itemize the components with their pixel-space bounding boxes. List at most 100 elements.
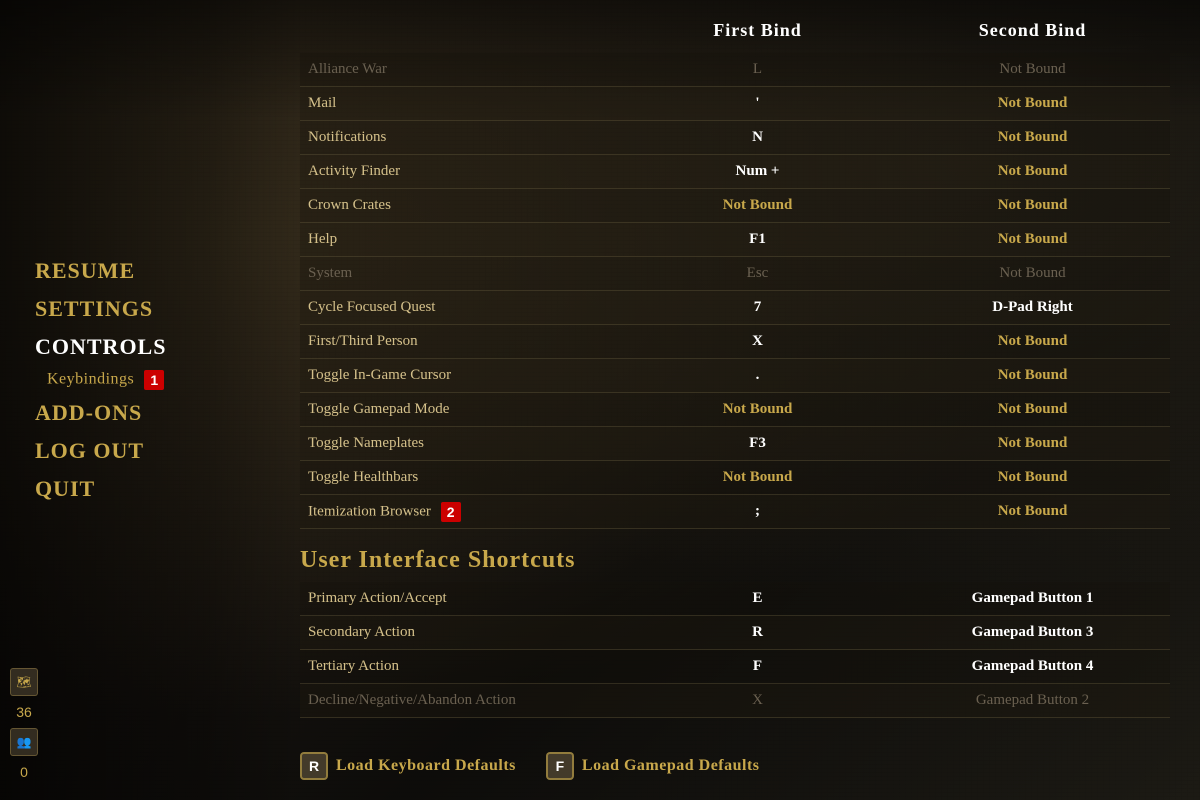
action-name: Mail — [300, 89, 620, 118]
first-bind-value[interactable]: L — [620, 55, 895, 84]
first-bind-value[interactable]: 7 — [620, 293, 895, 322]
content-area: First Bind Second Bind Alliance War L No… — [280, 0, 1200, 800]
second-bind-value[interactable]: Not Bound — [895, 463, 1170, 492]
second-bind-value[interactable]: Not Bound — [895, 123, 1170, 152]
action-name: Toggle In-Game Cursor — [300, 361, 620, 390]
first-bind-value[interactable]: F — [620, 652, 895, 681]
action-name: Help — [300, 225, 620, 254]
first-bind-value[interactable]: Not Bound — [620, 463, 895, 492]
action-name: Decline/Negative/Abandon Action — [300, 686, 620, 715]
sidebar-item-resume[interactable]: RESUME — [35, 258, 280, 284]
second-bind-value[interactable]: Not Bound — [895, 497, 1170, 526]
first-bind-value[interactable]: R — [620, 618, 895, 647]
first-bind-value[interactable]: N — [620, 123, 895, 152]
table-row[interactable]: Toggle In-Game Cursor . Not Bound — [300, 359, 1170, 393]
action-name: Tertiary Action — [300, 652, 620, 681]
count-0: 0 — [20, 764, 28, 780]
first-bind-value[interactable]: Not Bound — [620, 191, 895, 220]
action-name: Secondary Action — [300, 618, 620, 647]
sidebar-item-keybindings[interactable]: Keybindings 1 — [47, 370, 280, 390]
action-name: Cycle Focused Quest — [300, 293, 620, 322]
main-container: RESUME SETTINGS CONTROLS Keybindings 1 A… — [0, 0, 1200, 800]
f-key-badge: F — [546, 752, 574, 780]
load-gamepad-action[interactable]: F Load Gamepad Defaults — [546, 752, 760, 780]
second-bind-value[interactable]: Gamepad Button 4 — [895, 652, 1170, 681]
second-bind-value[interactable]: Not Bound — [895, 395, 1170, 424]
table-row[interactable]: Secondary Action R Gamepad Button 3 — [300, 616, 1170, 650]
first-bind-value[interactable]: E — [620, 584, 895, 613]
sidebar-item-quit[interactable]: QUIT — [35, 476, 280, 502]
table-row[interactable]: Toggle Nameplates F3 Not Bound — [300, 427, 1170, 461]
r-key-badge: R — [300, 752, 328, 780]
first-bind-value[interactable]: Num + — [620, 157, 895, 186]
ui-shortcuts-table: Primary Action/Accept E Gamepad Button 1… — [300, 582, 1170, 718]
second-bind-value[interactable]: Not Bound — [895, 55, 1170, 84]
first-bind-value[interactable]: F3 — [620, 429, 895, 458]
second-bind-value[interactable]: Not Bound — [895, 191, 1170, 220]
table-row[interactable]: Activity Finder Num + Not Bound — [300, 155, 1170, 189]
bottom-bar: R Load Keyboard Defaults F Load Gamepad … — [300, 740, 1170, 780]
load-keyboard-action[interactable]: R Load Keyboard Defaults — [300, 752, 516, 780]
action-name: Toggle Nameplates — [300, 429, 620, 458]
col-name-header — [300, 20, 620, 41]
action-name: Notifications — [300, 123, 620, 152]
sidebar-item-logout[interactable]: LOG OUT — [35, 438, 280, 464]
action-name: Primary Action/Accept — [300, 584, 620, 613]
first-bind-value[interactable]: X — [620, 327, 895, 356]
second-bind-value[interactable]: Not Bound — [895, 89, 1170, 118]
second-bind-value[interactable]: Not Bound — [895, 157, 1170, 186]
second-bind-value[interactable]: Not Bound — [895, 259, 1170, 288]
col-first-header: First Bind — [620, 20, 895, 41]
first-bind-value[interactable]: Esc — [620, 259, 895, 288]
first-bind-value[interactable]: ; — [620, 497, 895, 526]
second-bind-value[interactable]: Not Bound — [895, 361, 1170, 390]
sidebar-item-settings[interactable]: SETTINGS — [35, 296, 280, 322]
second-bind-value[interactable]: Gamepad Button 3 — [895, 618, 1170, 647]
sidebar: RESUME SETTINGS CONTROLS Keybindings 1 A… — [0, 0, 280, 800]
second-bind-value[interactable]: Gamepad Button 2 — [895, 686, 1170, 715]
table-row[interactable]: System Esc Not Bound — [300, 257, 1170, 291]
table-row[interactable]: Help F1 Not Bound — [300, 223, 1170, 257]
second-bind-value[interactable]: Not Bound — [895, 327, 1170, 356]
first-bind-value[interactable]: ' — [620, 89, 895, 118]
first-bind-value[interactable]: F1 — [620, 225, 895, 254]
col-second-header: Second Bind — [895, 20, 1170, 41]
table-row[interactable]: Toggle Healthbars Not Bound Not Bound — [300, 461, 1170, 495]
sidebar-item-controls[interactable]: CONTROLS — [35, 334, 280, 360]
table-row[interactable]: Decline/Negative/Abandon Action X Gamepa… — [300, 684, 1170, 718]
action-name: System — [300, 259, 620, 288]
table-header: First Bind Second Bind — [300, 20, 1170, 49]
keybinding-table: Alliance War L Not Bound Mail ' Not Boun… — [300, 53, 1170, 529]
load-gamepad-label: Load Gamepad Defaults — [582, 757, 760, 775]
action-name: Crown Crates — [300, 191, 620, 220]
table-row[interactable]: Cycle Focused Quest 7 D-Pad Right — [300, 291, 1170, 325]
table-row[interactable]: Tertiary Action F Gamepad Button 4 — [300, 650, 1170, 684]
second-bind-value[interactable]: D-Pad Right — [895, 293, 1170, 322]
first-bind-value[interactable]: . — [620, 361, 895, 390]
second-bind-value[interactable]: Not Bound — [895, 225, 1170, 254]
keybindings-badge: 1 — [144, 370, 164, 390]
table-row[interactable]: Toggle Gamepad Mode Not Bound Not Bound — [300, 393, 1170, 427]
second-bind-value[interactable]: Gamepad Button 1 — [895, 584, 1170, 613]
first-bind-value[interactable]: X — [620, 686, 895, 715]
sidebar-item-addons[interactable]: ADD-ONS — [35, 400, 280, 426]
first-bind-value[interactable]: Not Bound — [620, 395, 895, 424]
table-row[interactable]: Itemization Browser 2 ; Not Bound — [300, 495, 1170, 529]
table-row[interactable]: Notifications N Not Bound — [300, 121, 1170, 155]
table-row[interactable]: Primary Action/Accept E Gamepad Button 1 — [300, 582, 1170, 616]
action-name: Itemization Browser 2 — [300, 496, 620, 528]
table-row[interactable]: Alliance War L Not Bound — [300, 53, 1170, 87]
ui-shortcuts-header: User Interface Shortcuts — [300, 547, 1170, 574]
action-name: First/Third Person — [300, 327, 620, 356]
action-name: Toggle Healthbars — [300, 463, 620, 492]
second-bind-value[interactable]: Not Bound — [895, 429, 1170, 458]
itemization-badge: 2 — [441, 502, 461, 522]
map-icon[interactable]: 🗺 — [10, 668, 38, 696]
table-row[interactable]: First/Third Person X Not Bound — [300, 325, 1170, 359]
load-keyboard-label: Load Keyboard Defaults — [336, 757, 516, 775]
table-row[interactable]: Mail ' Not Bound — [300, 87, 1170, 121]
count-36: 36 — [16, 704, 32, 720]
table-row[interactable]: Crown Crates Not Bound Not Bound — [300, 189, 1170, 223]
group-icon[interactable]: 👥 — [10, 728, 38, 756]
action-name: Alliance War — [300, 55, 620, 84]
